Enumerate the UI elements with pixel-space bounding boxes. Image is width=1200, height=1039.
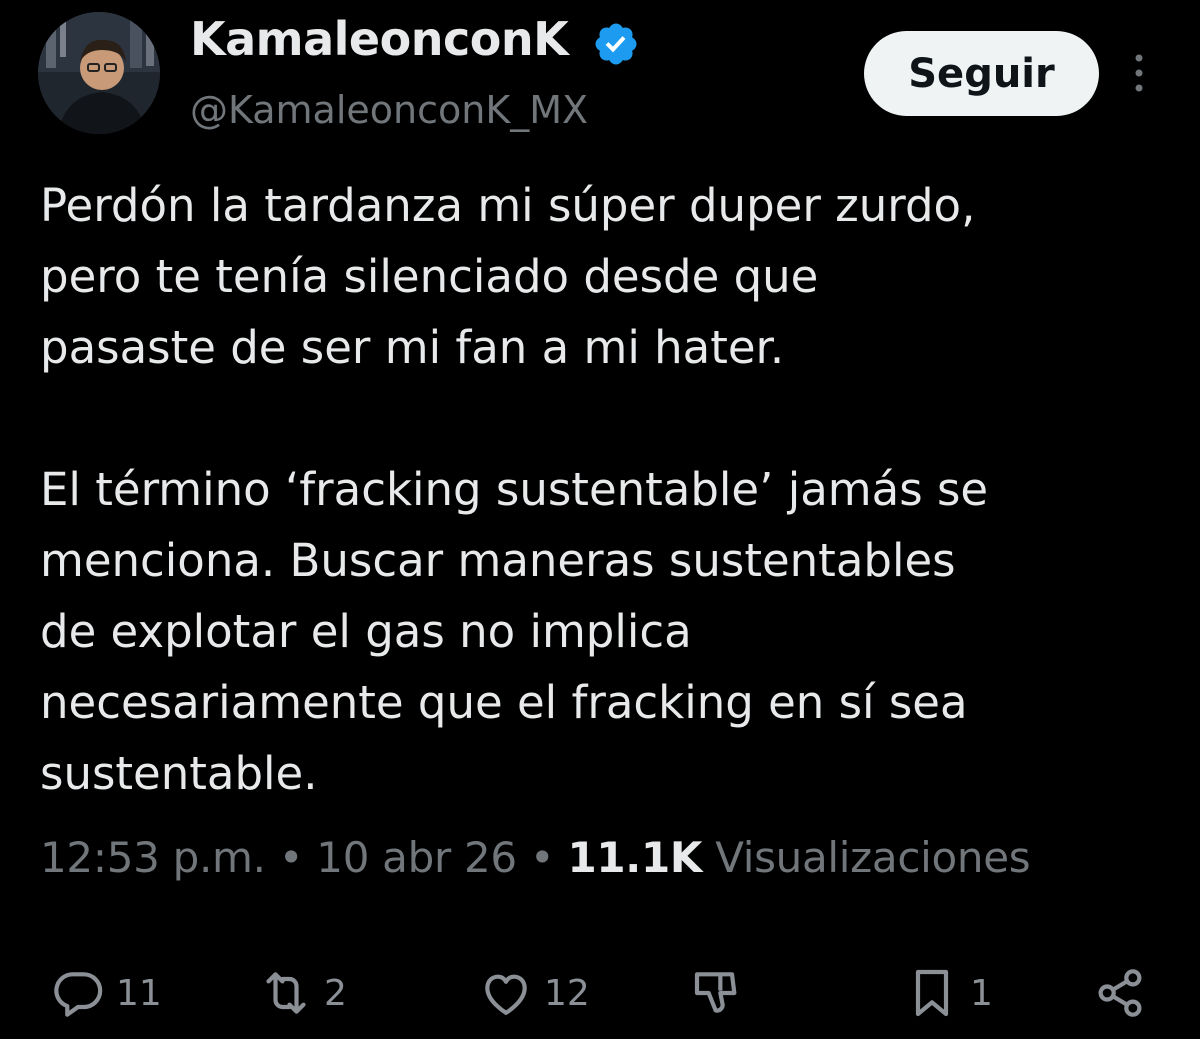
tweet-text-line: pasaste de ser mi fan a mi hater. bbox=[40, 321, 785, 374]
bookmark-count: 1 bbox=[970, 972, 993, 1014]
share-button[interactable] bbox=[1092, 958, 1148, 1028]
heart-icon bbox=[485, 974, 527, 1015]
tweet: KamaleonconK @KamaleonconK_MX Seguir Per… bbox=[0, 0, 1200, 1039]
follow-button[interactable]: Seguir bbox=[864, 31, 1099, 116]
tweet-text-line: El término ‘fracking sustentable’ jamás … bbox=[40, 463, 989, 516]
tweet-time[interactable]: 12:53 p.m. bbox=[40, 833, 266, 882]
views-label[interactable]: Visualizaciones bbox=[715, 833, 1030, 882]
tweet-meta: 12:53 p.m. • 10 abr 26 • 11.1K Visualiza… bbox=[40, 833, 1031, 882]
thumbs-down-icon bbox=[694, 972, 737, 1013]
meta-separator: • bbox=[278, 833, 304, 882]
repost-icon bbox=[266, 972, 306, 1014]
share-icon bbox=[1098, 969, 1142, 1017]
reply-icon bbox=[54, 972, 103, 1017]
meta-separator: • bbox=[529, 833, 555, 882]
reply-count: 11 bbox=[116, 972, 162, 1014]
reply-button[interactable]: 11 bbox=[50, 958, 162, 1028]
tweet-text-line: necesariamente que el fracking en sí sea bbox=[40, 676, 968, 729]
views-count[interactable]: 11.1K bbox=[567, 833, 702, 882]
avatar[interactable] bbox=[38, 12, 160, 134]
like-count: 12 bbox=[544, 972, 590, 1014]
like-button[interactable]: 12 bbox=[478, 958, 590, 1028]
repost-button[interactable]: 2 bbox=[258, 958, 347, 1028]
bookmark-button[interactable]: 1 bbox=[904, 958, 993, 1028]
tweet-text: Perdón la tardanza mi súper duper zurdo,… bbox=[40, 170, 1190, 809]
bookmark-icon bbox=[915, 969, 949, 1017]
tweet-text-line: sustentable. bbox=[40, 747, 318, 800]
verified-badge-icon bbox=[595, 23, 637, 65]
more-options-icon[interactable] bbox=[1124, 50, 1154, 96]
tweet-date[interactable]: 10 abr 26 bbox=[316, 833, 517, 882]
tweet-text-line: pero te tenía silenciado desde que bbox=[40, 250, 819, 303]
user-handle[interactable]: @KamaleonconK_MX bbox=[190, 88, 588, 132]
downvote-button[interactable] bbox=[690, 958, 746, 1028]
display-name[interactable]: KamaleonconK bbox=[190, 12, 569, 66]
tweet-text-line: Perdón la tardanza mi súper duper zurdo, bbox=[40, 179, 976, 232]
tweet-text-line: menciona. Buscar maneras sustentables bbox=[40, 534, 956, 587]
avatar-photo bbox=[38, 12, 160, 134]
repost-count: 2 bbox=[324, 972, 347, 1014]
tweet-text-line: de explotar el gas no implica bbox=[40, 605, 692, 658]
